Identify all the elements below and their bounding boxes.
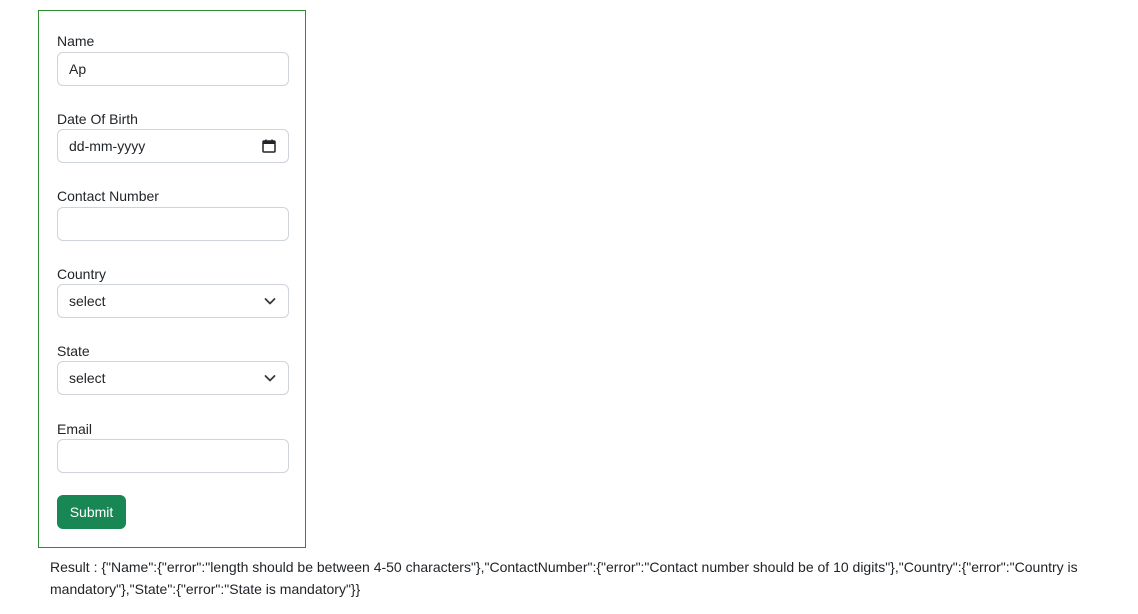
result-text: Result : {"Name":{"error":"length should…	[50, 559, 1078, 597]
state-label: State	[57, 343, 90, 359]
state-select[interactable]: select	[57, 361, 289, 395]
name-input[interactable]	[57, 52, 289, 86]
contact-number-input[interactable]	[57, 207, 289, 241]
calendar-icon[interactable]	[261, 138, 277, 154]
email-input[interactable]	[57, 439, 289, 473]
country-select[interactable]: select	[57, 284, 289, 318]
name-label: Name	[57, 33, 95, 49]
contact-label: Contact Number	[57, 188, 159, 204]
submit-button[interactable]: Submit	[57, 495, 126, 529]
email-label: Email	[57, 421, 93, 437]
country-selected-value: select	[69, 293, 106, 309]
country-label: Country	[57, 266, 107, 282]
chevron-down-icon	[263, 371, 277, 385]
chevron-down-icon	[263, 294, 277, 308]
dob-input[interactable]: dd-mm-yyyy	[57, 129, 289, 163]
registration-form: Name Date Of Birth dd-mm-yyyy Contact Nu…	[38, 10, 306, 548]
state-selected-value: select	[69, 370, 106, 386]
dob-placeholder: dd-mm-yyyy	[69, 138, 146, 154]
dob-label: Date Of Birth	[57, 111, 138, 127]
